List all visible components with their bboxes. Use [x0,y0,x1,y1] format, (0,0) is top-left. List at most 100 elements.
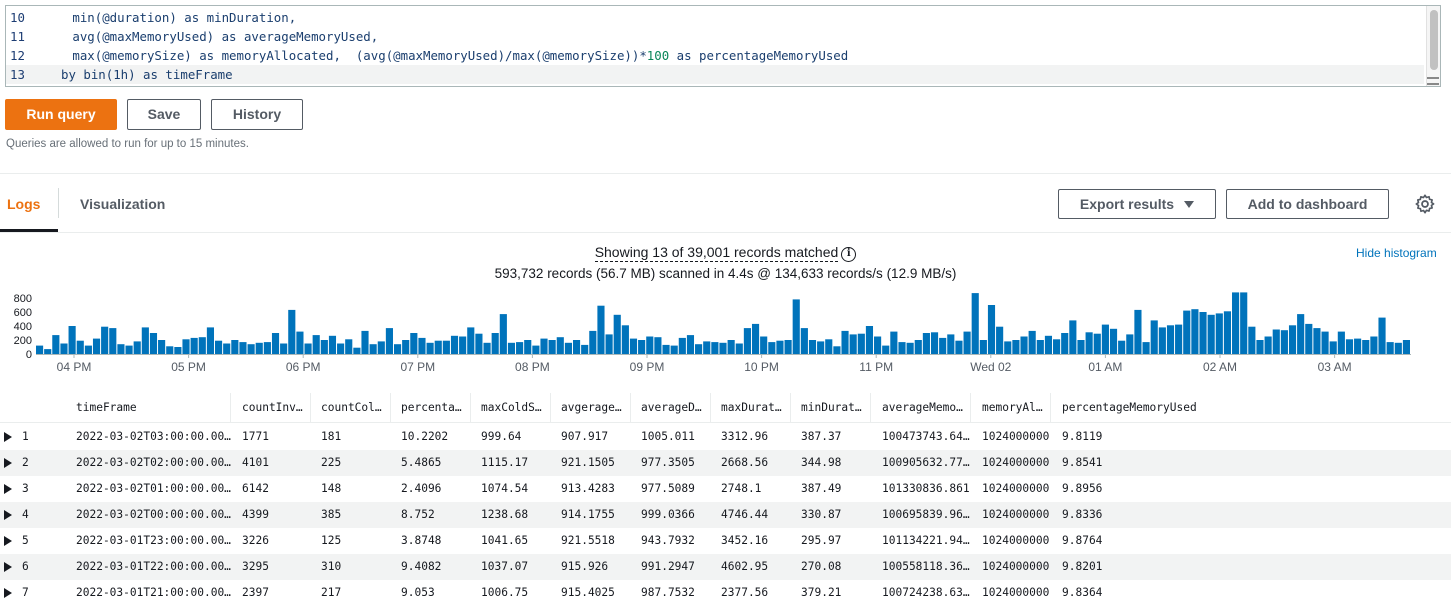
histogram-bar[interactable] [1044,335,1053,354]
editor-scrollbar[interactable] [1426,6,1440,86]
histogram-bar[interactable] [686,335,695,354]
histogram-bar[interactable] [1354,338,1362,354]
histogram-bar[interactable] [1166,325,1175,354]
histogram-bar[interactable] [768,342,776,354]
histogram-bar[interactable] [1101,324,1109,354]
histogram-bar[interactable] [76,340,84,354]
expand-row-icon[interactable] [4,484,12,494]
histogram-bar[interactable] [597,305,605,354]
histogram-bar[interactable] [68,326,76,354]
histogram-bar[interactable] [638,340,646,354]
histogram-bar[interactable] [239,342,247,354]
histogram-bar[interactable] [849,334,857,354]
histogram-bar[interactable] [1313,328,1321,354]
histogram-bar[interactable] [247,344,255,354]
histogram-bar[interactable] [1288,325,1297,354]
histogram-bar[interactable] [605,334,613,354]
column-header[interactable]: percentageMemoryUsed [1062,401,1197,414]
histogram-bar[interactable] [133,341,141,354]
histogram-bar[interactable] [312,335,320,354]
histogram-bar[interactable] [377,341,385,354]
code-line[interactable]: 12 max(@memorySize) as memoryAllocated, … [6,46,1424,65]
histogram-bar[interactable] [223,343,231,355]
table-row[interactable]: 3 2022-03-02T01:00:00.00… 6142 148 2.4096 107… [0,476,1451,502]
histogram-bar[interactable] [711,342,719,354]
histogram-bar[interactable] [621,325,629,354]
histogram-bar[interactable] [1272,329,1280,355]
histogram-bar[interactable] [719,342,727,354]
histogram-bar[interactable] [743,328,751,354]
histogram-bar[interactable] [353,347,361,354]
histogram-bar[interactable] [800,328,808,354]
histogram-bar[interactable] [776,340,784,354]
column-header[interactable]: countCol… [321,401,382,414]
histogram-bar[interactable] [516,342,524,354]
histogram-bar[interactable] [125,345,133,354]
histogram-bar[interactable] [882,345,890,354]
histogram-bar[interactable] [410,333,418,354]
histogram-bar[interactable] [1142,342,1150,354]
histogram-bar[interactable] [92,338,101,354]
histogram-bar[interactable] [491,333,499,354]
column-divider[interactable] [230,393,231,423]
column-divider[interactable] [970,393,971,423]
save-button[interactable]: Save [127,99,201,130]
column-header[interactable]: percenta… [401,401,462,414]
histogram-bar[interactable] [857,333,865,354]
table-row[interactable]: 5 2022-03-01T23:00:00.00… 3226 125 3.8748 104… [0,528,1451,554]
histogram-bar[interactable] [987,305,996,354]
resize-grip-icon[interactable] [1427,77,1439,85]
histogram-bar[interactable] [231,340,239,354]
histogram-bar[interactable] [548,340,556,354]
expand-row-icon[interactable] [4,536,12,546]
gear-icon[interactable] [1414,193,1436,215]
histogram-bar[interactable] [450,335,459,354]
histogram-bar[interactable] [52,335,60,354]
histogram-bar[interactable] [751,323,760,354]
histogram-bar[interactable] [361,330,369,354]
code-line[interactable]: 10 min(@duration) as minDuration, [6,8,1424,27]
histogram-bar[interactable] [865,326,874,354]
histogram-bar[interactable] [922,333,930,354]
histogram-bar[interactable] [556,337,564,354]
histogram-bar[interactable] [1329,341,1337,354]
histogram-bar[interactable] [760,336,768,355]
histogram-bar[interactable] [385,328,393,354]
histogram-bar[interactable] [808,340,817,354]
histogram-bar[interactable] [1402,340,1410,354]
histogram-bar[interactable] [678,337,686,354]
histogram-bar[interactable] [1321,331,1329,354]
histogram-bar[interactable] [190,337,198,354]
histogram-bar[interactable] [589,330,597,354]
histogram-bar[interactable] [1305,323,1313,354]
histogram-bar[interactable] [255,342,263,354]
histogram-bar[interactable] [996,326,1004,354]
histogram-bar[interactable] [947,334,955,354]
histogram-bar[interactable] [532,345,540,354]
histogram-bar[interactable] [629,338,638,354]
histogram-bar[interactable] [1386,342,1394,354]
histogram-bar[interactable] [817,341,825,354]
column-header[interactable]: maxDurat… [721,401,782,414]
column-divider[interactable] [710,393,711,423]
histogram-bar[interactable] [1199,312,1207,354]
code-line[interactable]: 11 avg(@maxMemoryUsed) as averageMemoryU… [6,27,1424,46]
column-header[interactable]: averageD… [641,401,702,414]
histogram-bar[interactable] [727,340,735,354]
histogram-bar[interactable] [792,299,800,354]
histogram-bar[interactable] [963,331,971,354]
histogram-bar[interactable] [939,337,947,354]
column-divider[interactable] [470,393,471,423]
histogram-bar[interactable] [467,327,475,354]
histogram-bar[interactable] [1150,320,1158,354]
histogram-bar[interactable] [1256,340,1264,354]
histogram-bar[interactable] [841,330,849,354]
histogram-bar[interactable] [906,342,914,354]
histogram-bar[interactable] [280,343,288,355]
histogram-bar[interactable] [1036,340,1044,354]
histogram-bar[interactable] [36,345,44,354]
histogram-bar[interactable] [101,326,109,354]
histogram-bar[interactable] [296,331,304,354]
run-query-button[interactable]: Run query [5,99,117,130]
histogram-bar[interactable] [402,340,410,354]
